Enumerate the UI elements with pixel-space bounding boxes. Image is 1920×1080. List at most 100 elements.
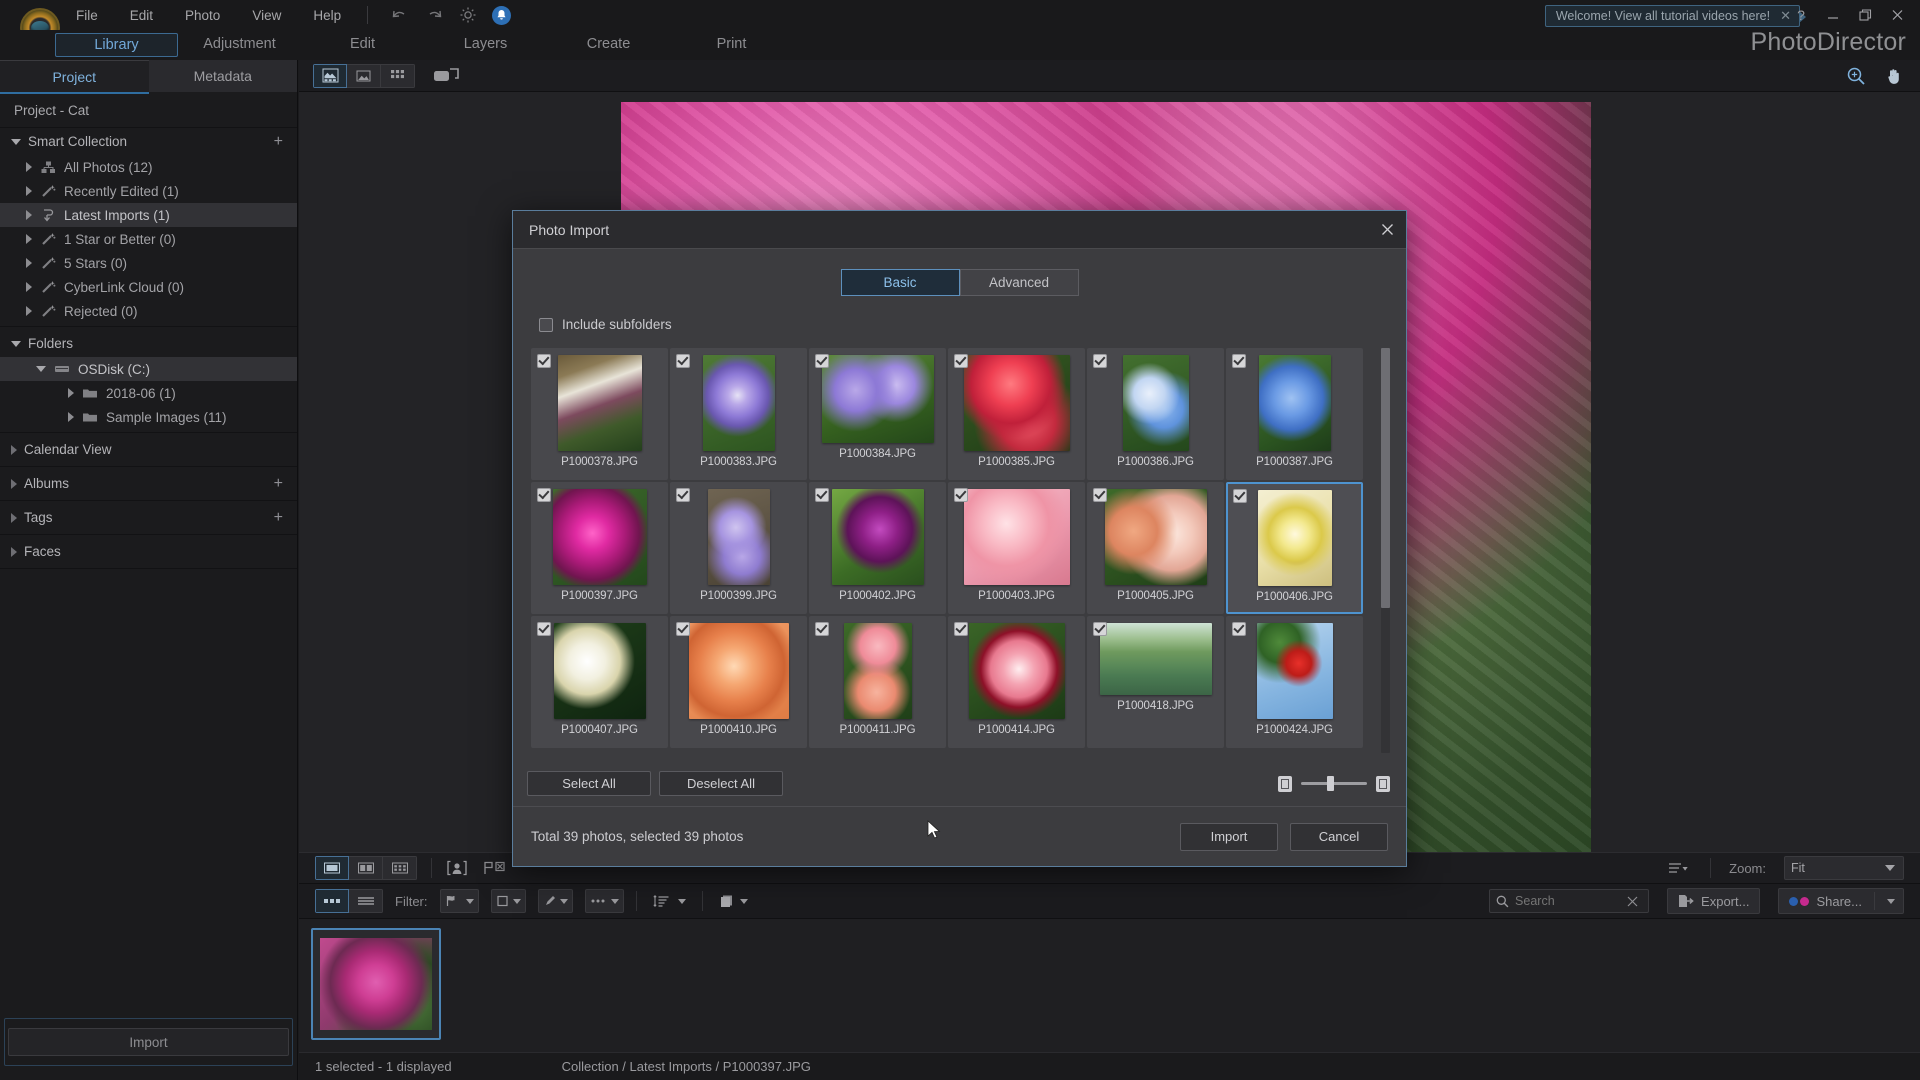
import-thumbnail-checkbox[interactable] [676, 354, 690, 368]
include-subfolders-checkbox[interactable] [539, 317, 553, 332]
grid-view-icon[interactable] [383, 856, 417, 880]
slider-knob[interactable] [1327, 776, 1334, 791]
tutorial-banner[interactable]: Welcome! View all tutorial videos here! … [1544, 5, 1807, 27]
import-thumbnail-checkbox[interactable] [1093, 622, 1107, 636]
add-album-button[interactable]: + [274, 475, 283, 492]
list-view-icon[interactable] [349, 889, 383, 913]
viewer-grid-icon[interactable] [381, 63, 415, 88]
compare-view-icon[interactable] [349, 856, 383, 880]
sidebar-item-osdisk[interactable]: OSDisk (C:) [0, 357, 297, 381]
menu-file[interactable]: File [60, 4, 114, 27]
import-thumbnail-checkbox[interactable] [537, 488, 551, 502]
sidebar-item-all-photos[interactable]: All Photos (12) [0, 155, 297, 179]
import-thumbnail-checkbox[interactable] [815, 354, 829, 368]
help-button[interactable]: ? [1786, 3, 1816, 27]
import-thumbnail-cell[interactable]: P1000378.JPG [531, 348, 668, 480]
menu-edit[interactable]: Edit [114, 4, 169, 27]
sidebar-item-2018-06[interactable]: 2018-06 (1) [0, 381, 297, 405]
import-thumbnail-cell[interactable]: P1000402.JPG [809, 482, 946, 614]
close-button[interactable] [1882, 3, 1912, 27]
export-button[interactable]: Export... [1667, 888, 1761, 914]
sidebar-item-rejected[interactable]: Rejected (0) [0, 299, 297, 323]
cancel-button[interactable]: Cancel [1290, 822, 1388, 851]
deselect-all-button[interactable]: Deselect All [659, 771, 783, 796]
section-smart-collection[interactable]: Smart Collection + [0, 128, 297, 155]
section-folders[interactable]: Folders [0, 330, 297, 357]
menu-view[interactable]: View [236, 4, 297, 27]
tab-basic[interactable]: Basic [840, 269, 960, 296]
minimize-button[interactable] [1818, 3, 1848, 27]
undo-icon[interactable] [390, 5, 410, 25]
viewer-browser-icon[interactable] [313, 63, 347, 88]
menu-photo[interactable]: Photo [169, 4, 236, 27]
notification-icon[interactable] [492, 5, 512, 25]
section-calendar-view[interactable]: Calendar View [0, 436, 297, 463]
thumbnail-size-slider[interactable] [1278, 775, 1390, 792]
import-thumbnail-checkbox[interactable] [815, 488, 829, 502]
module-tab-create[interactable]: Create [547, 33, 670, 57]
import-thumbnail-cell[interactable]: P1000397.JPG [531, 482, 668, 614]
select-all-button[interactable]: Select All [527, 771, 651, 796]
import-thumbnail-cell[interactable]: P1000385.JPG [948, 348, 1085, 480]
import-thumbnail-checkbox[interactable] [537, 622, 551, 636]
thumbnail-view-icon[interactable] [315, 889, 349, 913]
slider-track[interactable] [1301, 776, 1367, 791]
include-subfolders-row[interactable]: Include subfolders [539, 317, 1406, 332]
import-thumbnail-cell[interactable]: P1000424.JPG [1226, 616, 1363, 748]
tab-advanced[interactable]: Advanced [959, 269, 1079, 296]
import-thumbnail-checkbox[interactable] [676, 622, 690, 636]
import-thumbnail-checkbox[interactable] [1232, 354, 1246, 368]
section-albums[interactable]: Albums + [0, 470, 297, 497]
gear-icon[interactable] [458, 5, 478, 25]
sidebar-item-recently-edited[interactable]: Recently Edited (1) [0, 179, 297, 203]
import-thumbnail-checkbox[interactable] [954, 622, 968, 636]
module-tab-print[interactable]: Print [670, 33, 793, 57]
import-thumbnail-cell[interactable]: P1000399.JPG [670, 482, 807, 614]
import-thumbnail-checkbox[interactable] [1233, 489, 1247, 503]
zoom-tool-icon[interactable] [1846, 66, 1866, 86]
import-thumbnail-cell[interactable]: P1000406.JPG [1226, 482, 1363, 614]
module-tab-library[interactable]: Library [55, 33, 178, 57]
viewer-single-icon[interactable] [347, 63, 381, 88]
scrollbar-thumb[interactable] [1381, 348, 1390, 608]
import-thumbnail-checkbox[interactable] [815, 622, 829, 636]
sidebar-item-sample-images[interactable]: Sample Images (11) [0, 405, 297, 429]
dual-monitor-icon[interactable] [433, 67, 459, 85]
stack-icon[interactable] [715, 889, 752, 913]
tab-project[interactable]: Project [0, 60, 149, 92]
import-thumbnail-checkbox[interactable] [537, 354, 551, 368]
import-thumbnail-checkbox[interactable] [954, 488, 968, 502]
share-button[interactable]: Share... [1778, 888, 1904, 914]
rating-filter-icon[interactable] [490, 889, 526, 913]
import-thumbnail-cell[interactable]: P1000386.JPG [1087, 348, 1224, 480]
hand-tool-icon[interactable] [1884, 66, 1904, 86]
zoom-select[interactable]: Fit [1784, 856, 1904, 880]
import-thumbnail-cell[interactable]: P1000411.JPG [809, 616, 946, 748]
sort-icon[interactable] [649, 889, 690, 913]
search-input[interactable] [1515, 894, 1622, 908]
redo-icon[interactable] [424, 5, 444, 25]
sidebar-item-1-star-or-better[interactable]: 1 Star or Better (0) [0, 227, 297, 251]
import-thumbnail-checkbox[interactable] [676, 488, 690, 502]
search-box[interactable] [1489, 889, 1650, 913]
grid-scrollbar[interactable] [1381, 348, 1390, 753]
sidebar-item-5-stars[interactable]: 5 Stars (0) [0, 251, 297, 275]
restore-button[interactable] [1850, 3, 1880, 27]
left-import-button[interactable]: Import [8, 1028, 289, 1056]
import-thumbnail-cell[interactable]: P1000383.JPG [670, 348, 807, 480]
import-thumbnail-cell[interactable]: P1000387.JPG [1226, 348, 1363, 480]
import-thumbnail-checkbox[interactable] [1232, 622, 1246, 636]
section-tags[interactable]: Tags + [0, 504, 297, 531]
import-thumbnail-cell[interactable]: P1000407.JPG [531, 616, 668, 748]
add-tag-button[interactable]: + [274, 509, 283, 526]
face-tag-icon[interactable] [446, 860, 468, 877]
flag-reject-icon[interactable] [482, 860, 508, 876]
import-thumbnail-checkbox[interactable] [954, 354, 968, 368]
section-faces[interactable]: Faces [0, 538, 297, 565]
import-thumbnail-cell[interactable]: P1000405.JPG [1087, 482, 1224, 614]
import-thumbnail-cell[interactable]: P1000403.JPG [948, 482, 1085, 614]
tab-metadata[interactable]: Metadata [148, 60, 297, 92]
sidebar-item-latest-imports[interactable]: Latest Imports (1) [0, 203, 297, 227]
edit-filter-icon[interactable] [537, 889, 573, 913]
import-thumbnail-cell[interactable]: P1000410.JPG [670, 616, 807, 748]
